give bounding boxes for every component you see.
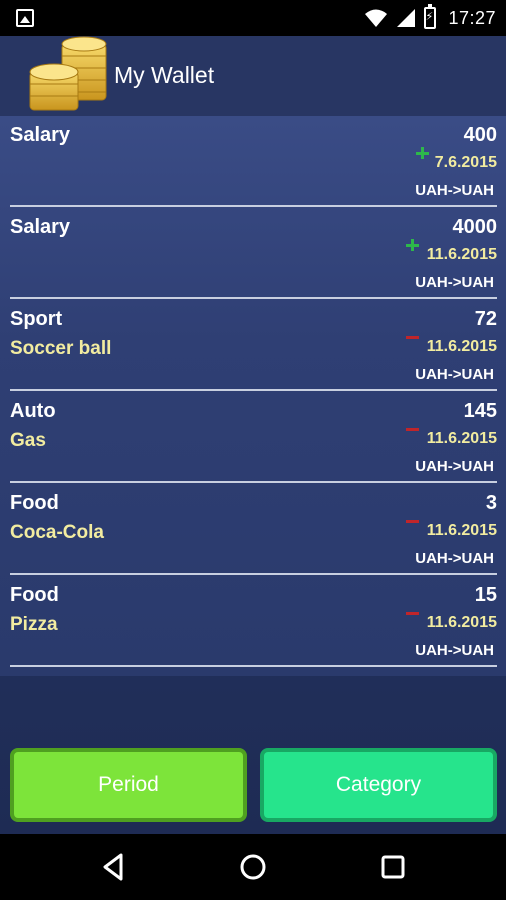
transaction-list[interactable]: Salary 400 7.6.2015 UAH->UAH Salary 4000… — [0, 116, 506, 676]
signal-icon — [397, 9, 416, 27]
status-bar: 17:27 — [0, 0, 506, 36]
transaction-row[interactable]: Sport Soccer ball 72 11.6.2015 UAH->UAH — [10, 300, 497, 391]
transaction-currency: UAH->UAH — [415, 642, 494, 659]
transaction-currency: UAH->UAH — [415, 182, 494, 199]
transaction-category: Sport — [10, 308, 63, 330]
coins-icon — [29, 36, 107, 111]
expense-minus-icon — [405, 606, 419, 620]
transaction-description: Coca-Cola — [10, 522, 104, 543]
transaction-description: Soccer ball — [10, 338, 112, 359]
transaction-date: 11.6.2015 — [426, 430, 497, 447]
expense-minus-icon — [405, 422, 419, 436]
system-nav-bar — [0, 834, 506, 900]
transaction-row[interactable]: Auto Gas 145 11.6.2015 UAH->UAH — [10, 392, 497, 483]
app-screen: My Wallet Salary 400 7.6.2015 UAH->UAH S… — [0, 36, 506, 834]
transaction-currency: UAH->UAH — [415, 458, 494, 475]
recents-icon[interactable] — [376, 850, 410, 884]
transaction-row[interactable]: Food Coca-Cola 3 11.6.2015 UAH->UAH — [10, 484, 497, 575]
transaction-description: Gas — [10, 430, 46, 451]
battery-charging-icon — [424, 4, 437, 29]
home-icon[interactable] — [236, 850, 270, 884]
transaction-category: Auto — [10, 400, 56, 422]
app-bar: My Wallet — [0, 36, 506, 116]
transaction-currency: UAH->UAH — [415, 366, 494, 383]
transaction-date: 11.6.2015 — [426, 246, 497, 263]
income-plus-icon — [415, 146, 429, 160]
status-clock: 17:27 — [448, 7, 496, 28]
back-icon[interactable] — [96, 850, 130, 884]
transaction-category: Food — [10, 492, 59, 514]
transaction-row[interactable]: Salary 400 7.6.2015 UAH->UAH — [10, 116, 497, 207]
status-icons: 17:27 — [364, 0, 496, 36]
transaction-date: 11.6.2015 — [426, 522, 497, 539]
transaction-description: Pizza — [10, 614, 58, 635]
transaction-amount: 72 — [474, 308, 497, 330]
transaction-category: Salary — [10, 216, 71, 238]
transaction-currency: UAH->UAH — [415, 550, 494, 567]
transaction-category: Food — [10, 584, 59, 606]
category-button[interactable]: Category — [260, 748, 497, 822]
transaction-amount: 400 — [463, 124, 497, 146]
transaction-row[interactable]: Salary 4000 11.6.2015 UAH->UAH — [10, 208, 497, 299]
income-plus-icon — [405, 238, 419, 252]
transaction-amount: 15 — [474, 584, 497, 606]
expense-minus-icon — [405, 514, 419, 528]
transaction-date: 11.6.2015 — [426, 614, 497, 631]
transaction-row[interactable]: Food Pizza 15 11.6.2015 UAH->UAH — [10, 576, 497, 667]
app-title: My Wallet — [114, 62, 215, 88]
period-button[interactable]: Period — [10, 748, 247, 822]
transaction-amount: 145 — [463, 400, 497, 422]
expense-minus-icon — [405, 330, 419, 344]
transaction-date: 7.6.2015 — [434, 154, 497, 171]
wifi-icon — [365, 9, 388, 27]
transaction-amount: 4000 — [452, 216, 498, 238]
gallery-icon — [16, 9, 34, 27]
transaction-amount: 3 — [485, 492, 497, 514]
transaction-category: Salary — [10, 124, 71, 146]
transaction-currency: UAH->UAH — [415, 274, 494, 291]
transaction-date: 11.6.2015 — [426, 338, 497, 355]
